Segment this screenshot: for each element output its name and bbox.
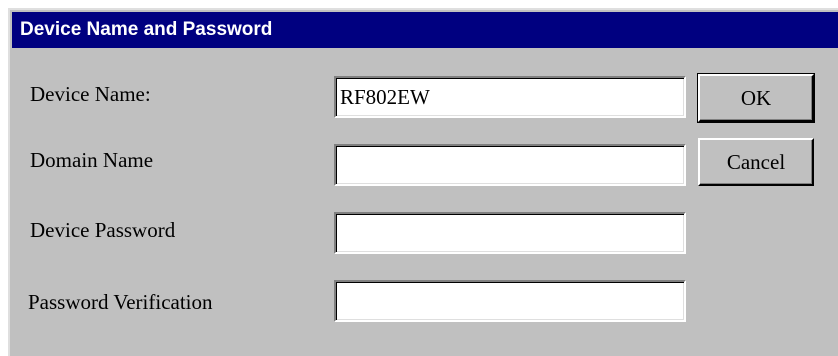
- device-name-password-dialog: Device Name and Password Device Name: Do…: [8, 8, 838, 356]
- ok-button[interactable]: OK: [697, 73, 815, 123]
- device-password-input[interactable]: [334, 212, 686, 254]
- domain-name-label: Domain Name: [30, 148, 154, 172]
- password-verification-input[interactable]: [334, 280, 686, 322]
- cancel-button[interactable]: Cancel: [698, 138, 814, 186]
- domain-name-input[interactable]: [334, 144, 686, 186]
- device-name-input[interactable]: [334, 76, 686, 118]
- password-verification-label: Password Verification: [28, 290, 213, 314]
- dialog-title-bar: Device Name and Password: [12, 12, 838, 48]
- device-name-label: Device Name:: [30, 82, 151, 106]
- device-password-label: Device Password: [30, 218, 176, 242]
